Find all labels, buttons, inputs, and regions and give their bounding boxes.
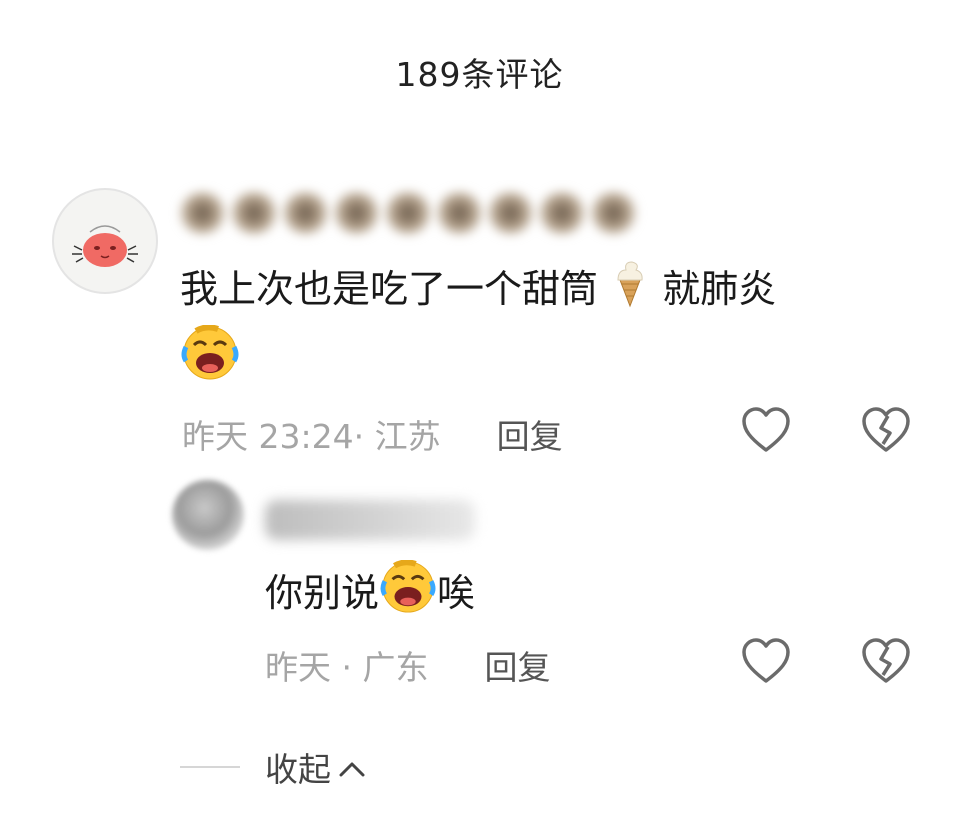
laugh-cry-icon [379,559,437,631]
commenter-avatar[interactable] [52,188,158,294]
comment-meta: 昨天 23:24· 江苏 回复 [182,410,563,458]
dislike-broken-heart-icon[interactable] [860,637,912,685]
comment-text-part1: 我上次也是吃了一个甜筒 [180,267,599,311]
dislike-broken-heart-icon[interactable] [860,406,912,454]
reply-button[interactable]: 回复 [497,410,563,458]
laugh-cry-icon [180,324,240,398]
comments-count-title: 189条评论 [395,55,564,94]
replier-name-blurred[interactable] [265,500,475,540]
reply-time-location: 昨天 · 广东 [265,648,429,687]
reply-body: 你别说 唉 [265,559,865,631]
like-heart-icon[interactable] [740,406,792,454]
reply-text-part2: 唉 [437,571,476,615]
reply-meta: 昨天 · 广东 回复 [265,641,550,689]
reply-to-reply-button[interactable]: 回复 [484,641,550,689]
collapse-label: 收起 [265,750,331,789]
commenter-name-blurred[interactable] [178,187,638,239]
replier-avatar[interactable] [172,480,244,550]
like-heart-icon[interactable] [740,637,792,685]
collapse-replies-button[interactable]: 收起 [180,743,367,791]
reply-text-part1: 你别说 [265,571,380,615]
comment-time-location: 昨天 23:24· 江苏 [182,417,441,456]
comment-text-part2: 就肺炎 [662,267,777,311]
avatar-art-icon [72,225,138,267]
divider-line [180,766,240,768]
comment-body: 我上次也是吃了一个甜筒 就肺炎 [180,258,900,398]
ice-cream-icon [610,258,650,325]
chevron-up-icon [337,748,367,787]
